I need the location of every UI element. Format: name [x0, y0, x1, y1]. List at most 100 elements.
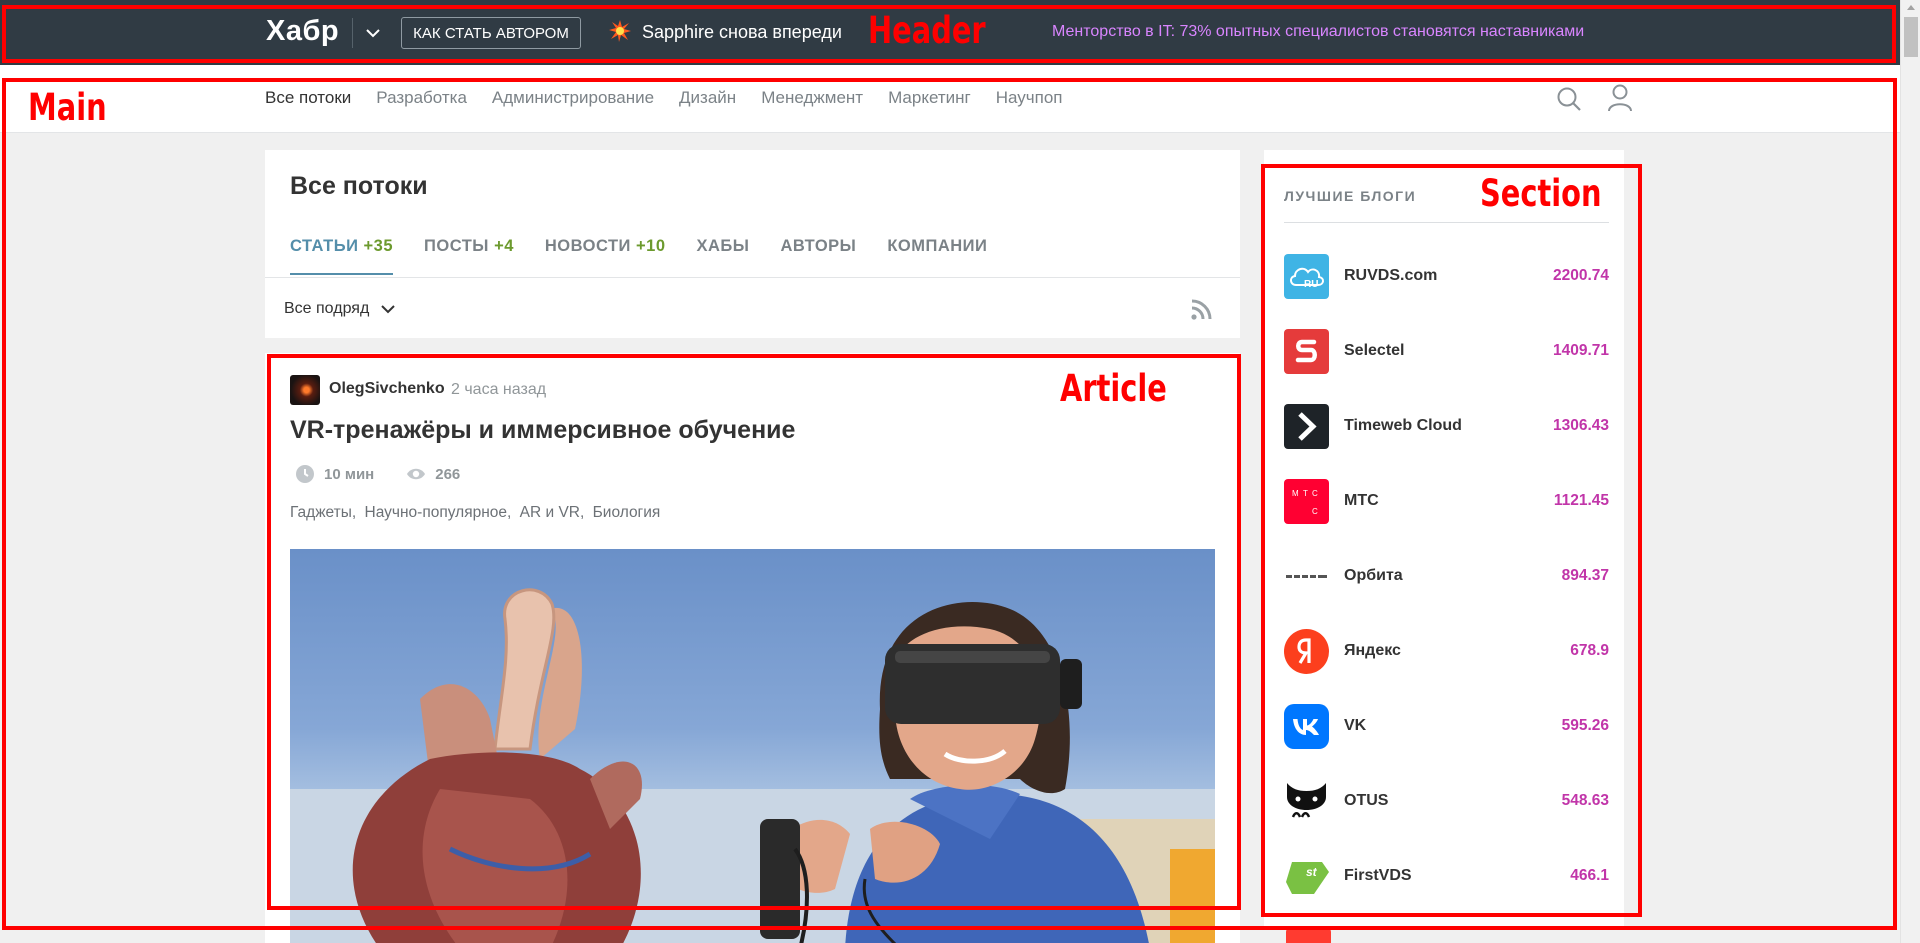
- search-icon[interactable]: [1555, 85, 1583, 113]
- blog-rating: 595.26: [1561, 717, 1609, 734]
- blog-rating: 1121.45: [1553, 492, 1609, 509]
- selectel-icon: [1284, 329, 1329, 374]
- tab-label: АВТОРЫ: [780, 237, 857, 255]
- nav-item-management[interactable]: Менеджмент: [761, 88, 863, 108]
- scroll-thumb[interactable]: [1904, 17, 1918, 57]
- eye-icon: [407, 468, 426, 480]
- chevron-down-icon[interactable]: [362, 22, 384, 44]
- blog-name: FirstVDS: [1344, 867, 1412, 884]
- scroll-up-arrow-icon[interactable]: [1907, 5, 1915, 10]
- promo-link-sapphire[interactable]: Sapphire снова впереди: [642, 22, 842, 43]
- divider: [265, 277, 1240, 278]
- blog-name: OTUS: [1344, 792, 1389, 809]
- spark-icon: [609, 20, 631, 42]
- blog-list: RU RUVDS.com 2200.74 Selectel 1409.71 Ti…: [1284, 254, 1609, 929]
- published-time: 2 часа назад: [451, 381, 547, 398]
- nav-item-design[interactable]: Дизайн: [679, 88, 736, 108]
- svg-text:Т: Т: [1303, 489, 1308, 498]
- tab-news[interactable]: НОВОСТИ +10: [545, 237, 666, 275]
- blog-name: VK: [1344, 717, 1367, 734]
- mts-icon: МТСС: [1284, 479, 1329, 524]
- main-annotation-label: Main: [28, 86, 107, 129]
- list-item[interactable]: Орбита 894.37: [1284, 554, 1609, 629]
- feed-header-card: Все потоки СТАТЬИ +35 ПОСТЫ +4 НОВОСТИ +…: [265, 150, 1240, 338]
- list-item[interactable]: OTUS 548.63: [1284, 779, 1609, 854]
- header-annotation-label: Header: [868, 9, 986, 52]
- tab-articles[interactable]: СТАТЬИ +35: [290, 237, 394, 275]
- list-item[interactable]: st FirstVDS 466.1: [1284, 854, 1609, 929]
- rss-icon[interactable]: [1189, 298, 1213, 322]
- article-card: OlegSivchenko 2 часа назад VR-тренажёры …: [265, 353, 1240, 943]
- list-item[interactable]: Selectel 1409.71: [1284, 329, 1609, 404]
- tab-label: КОМПАНИИ: [887, 237, 988, 255]
- nav-item-marketing[interactable]: Маркетинг: [888, 88, 971, 108]
- list-item[interactable]: RU RUVDS.com 2200.74: [1284, 254, 1609, 329]
- divider: [1284, 222, 1609, 223]
- next-blog-logo: [1286, 928, 1331, 943]
- blog-name: Орбита: [1344, 567, 1403, 584]
- tab-companies[interactable]: КОМПАНИИ: [887, 237, 987, 275]
- blog-rating: 1306.43: [1552, 417, 1609, 434]
- article-cover-image[interactable]: [290, 549, 1215, 943]
- list-item[interactable]: Timeweb Cloud 1306.43: [1284, 404, 1609, 479]
- firstvds-icon: st: [1284, 854, 1329, 899]
- nav-item-popsci[interactable]: Научпоп: [996, 88, 1063, 108]
- chevron-icon: [1284, 404, 1329, 449]
- main-nav-bar: Все потоки Разработка Администрирование …: [0, 65, 1900, 133]
- page-title: Все потоки: [290, 172, 428, 200]
- best-blogs-widget: ЛУЧШИЕ БЛОГИ RU RUVDS.com 2200.74 Select…: [1264, 150, 1624, 930]
- tab-label: НОВОСТИ: [544, 237, 631, 255]
- svg-text:RU: RU: [1304, 279, 1318, 290]
- list-item[interactable]: VK 595.26: [1284, 704, 1609, 779]
- nav-item-all-flows[interactable]: Все потоки: [265, 88, 351, 108]
- avatar[interactable]: [290, 375, 320, 405]
- tab-posts[interactable]: ПОСТЫ +4: [424, 237, 514, 275]
- article-meta: 10 мин 266: [295, 464, 460, 484]
- header-divider: [352, 18, 353, 48]
- tab-count: +10: [636, 237, 666, 255]
- vk-icon: [1284, 704, 1329, 749]
- svg-text:М: М: [1292, 489, 1299, 498]
- hub-link[interactable]: AR и VR,: [520, 504, 585, 521]
- blog-rating: 678.9: [1570, 642, 1609, 659]
- feed-tabs: СТАТЬИ +35 ПОСТЫ +4 НОВОСТИ +10 ХАБЫ АВТ…: [290, 237, 987, 275]
- tab-authors[interactable]: АВТОРЫ: [780, 237, 856, 275]
- blog-rating: 2200.74: [1552, 267, 1609, 284]
- tab-label: ХАБЫ: [696, 237, 750, 255]
- hub-link[interactable]: Гаджеты,: [290, 504, 356, 521]
- nav-item-development[interactable]: Разработка: [376, 88, 467, 108]
- user-icon[interactable]: [1606, 83, 1634, 113]
- feed-filter-dropdown[interactable]: Все подряд: [284, 300, 397, 318]
- filter-label: Все подряд: [284, 300, 370, 317]
- article-hubs: Гаджеты, Научно-популярное, AR и VR, Био…: [290, 504, 664, 522]
- blog-rating: 1409.71: [1552, 342, 1609, 359]
- section-annotation-label: Section: [1480, 172, 1602, 215]
- tab-count: +4: [494, 237, 514, 255]
- promo-link-mentoring[interactable]: Менторство в IT: 73% опытных специалисто…: [1052, 23, 1584, 41]
- blog-rating: 894.37: [1561, 567, 1609, 584]
- otus-icon: [1284, 779, 1329, 824]
- orbita-icon: [1284, 554, 1329, 599]
- author-link[interactable]: OlegSivchenko: [329, 380, 445, 398]
- svg-text:С: С: [1312, 507, 1318, 516]
- blog-name: Яндекс: [1344, 642, 1401, 659]
- list-item[interactable]: МТСС МТС 1121.45: [1284, 479, 1609, 554]
- clock-icon: [296, 465, 314, 483]
- views-count: 266: [435, 465, 461, 483]
- chevron-down-icon: [381, 305, 395, 314]
- blog-rating: 548.63: [1561, 792, 1609, 809]
- page-scrollbar[interactable]: [1900, 0, 1920, 943]
- widget-title: ЛУЧШИЕ БЛОГИ: [1284, 188, 1417, 204]
- habr-logo[interactable]: Хабр: [266, 15, 339, 48]
- article-title[interactable]: VR-тренажёры и иммерсивное обучение: [290, 416, 795, 445]
- list-item[interactable]: Яндекс 678.9: [1284, 629, 1609, 704]
- hub-link[interactable]: Биология: [593, 504, 661, 521]
- nav-item-administration[interactable]: Администрирование: [492, 88, 654, 108]
- blog-name: Timeweb Cloud: [1344, 417, 1462, 434]
- svg-text:С: С: [1312, 489, 1318, 498]
- how-to-become-author-button[interactable]: КАК СТАТЬ АВТОРОМ: [401, 17, 581, 49]
- yandex-icon: [1284, 629, 1329, 674]
- blog-name: Selectel: [1344, 342, 1405, 359]
- hub-link[interactable]: Научно-популярное,: [365, 504, 512, 521]
- tab-hubs[interactable]: ХАБЫ: [697, 237, 750, 275]
